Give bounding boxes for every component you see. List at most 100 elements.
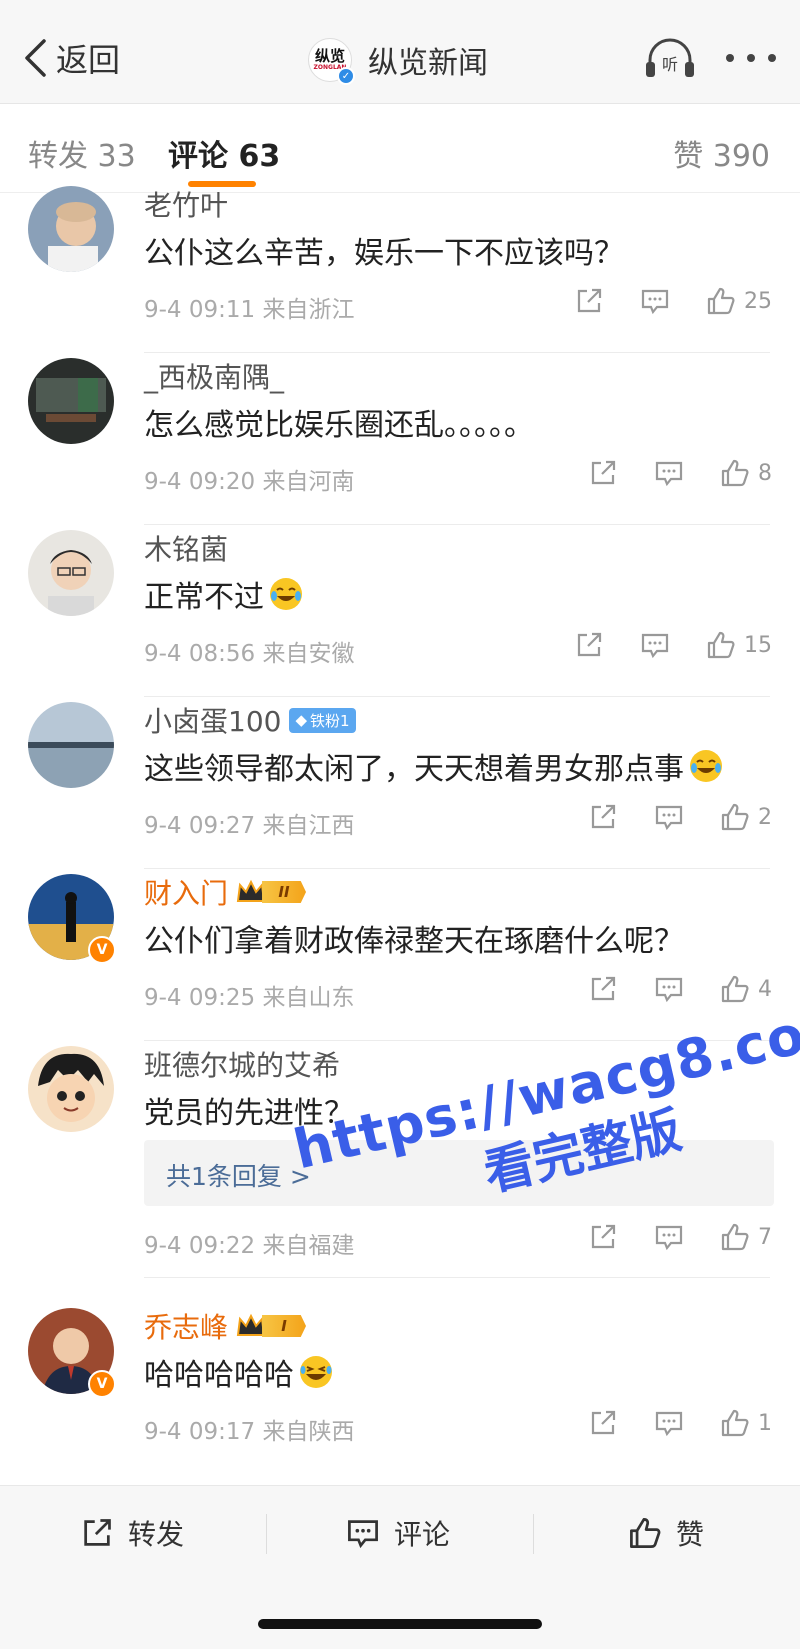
avatar[interactable] [28, 530, 114, 616]
account-name: 纵览新闻 [368, 46, 488, 81]
comment-meta: 9-4 09:11 来自浙江 [144, 297, 355, 323]
reply-button[interactable] [654, 1222, 684, 1252]
reply-button[interactable] [640, 630, 670, 660]
comment-username[interactable]: 财入门 [144, 872, 228, 912]
tab-reposts[interactable]: 转发 33 [28, 131, 136, 175]
repost-button[interactable]: 转发 [80, 1513, 184, 1553]
vip-badge: I [236, 1313, 307, 1339]
avatar[interactable] [28, 702, 114, 788]
comment-item: V 乔志峰 I 哈哈哈哈哈 9-4 09:17 来自陕西 1 [0, 1294, 800, 1475]
comment-username[interactable]: 木铭菌 [144, 528, 228, 568]
avatar[interactable] [28, 186, 114, 272]
reply-button[interactable] [654, 802, 684, 832]
repost-label: 转发 [128, 1518, 185, 1551]
share-icon [577, 632, 602, 657]
comment-icon [348, 1520, 378, 1549]
comment-icon [641, 289, 669, 315]
tab-comments[interactable]: 评论 63 [168, 131, 280, 175]
share-icon [591, 804, 616, 829]
share-icon [84, 1519, 111, 1546]
like-button[interactable]: 15 [706, 630, 772, 660]
comment-text: 党员的先进性？ [144, 1096, 354, 1131]
reply-button[interactable] [654, 458, 684, 488]
account-logo: 纵览 ZONGLAN ✓ [308, 38, 355, 85]
like-button[interactable]: 8 [720, 458, 772, 488]
vip-level: I [262, 1315, 307, 1337]
vip-level: II [262, 881, 307, 903]
crown-icon [236, 1313, 266, 1336]
view-replies-button[interactable]: 共1条回复 > [144, 1140, 774, 1206]
comment-icon [641, 633, 669, 659]
vip-badge: II [236, 879, 307, 905]
avatar[interactable] [28, 1046, 114, 1132]
share-button[interactable] [588, 1408, 618, 1438]
share-icon [591, 1224, 616, 1249]
share-button[interactable] [574, 630, 604, 660]
comment-username[interactable]: 小卤蛋100 [144, 700, 281, 740]
like-count: 7 [758, 1224, 772, 1250]
divider [144, 1277, 770, 1278]
like-count: 15 [744, 632, 772, 658]
comment-item: 木铭菌 正常不过 9-4 08:56 来自安徽 15 [0, 516, 800, 697]
more-options-icon[interactable] [726, 48, 776, 68]
like-button[interactable]: 25 [706, 286, 772, 316]
comment-label: 评论 [394, 1518, 451, 1551]
comment-item: 老竹叶 公仆这么辛苦，娱乐一下不应该吗？ 9-4 09:11 来自浙江 25 [0, 172, 800, 353]
thumbs-up-icon [630, 1518, 661, 1548]
fan-badge: ◆ 铁粉1 [289, 707, 356, 733]
avatar[interactable] [28, 358, 114, 444]
comment-username[interactable]: _西极南隅_ [144, 356, 284, 396]
comment-text: 怎么感觉比娱乐圈还乱。。。。。 [144, 408, 534, 443]
svg-text:听: 听 [662, 55, 678, 74]
comment-username[interactable]: 班德尔城的艾希 [144, 1044, 340, 1084]
logo-text: 纵览 [314, 47, 345, 65]
comment-meta: 9-4 09:22 来自福建 [144, 1233, 355, 1259]
account-header[interactable]: 纵览 ZONGLAN ✓ 纵览新闻 [308, 38, 488, 85]
share-button[interactable] [588, 974, 618, 1004]
comment-meta: 9-4 09:27 来自江西 [144, 813, 355, 839]
reply-button[interactable] [654, 974, 684, 1004]
share-button[interactable] [588, 802, 618, 832]
comment-username[interactable]: 乔志峰 [144, 1306, 228, 1346]
share-button[interactable] [588, 458, 618, 488]
thumbs-up-icon [721, 1223, 749, 1251]
listen-headphones-icon[interactable]: 听 [642, 36, 698, 80]
fan-badge-label: 铁粉1 [310, 711, 350, 730]
like-button[interactable]: 7 [720, 1222, 772, 1252]
share-button[interactable] [574, 286, 604, 316]
comment-button[interactable]: 评论 [346, 1513, 450, 1553]
tab-likes[interactable]: 赞 390 [673, 131, 770, 175]
back-button[interactable]: 返回 [22, 36, 120, 80]
comment-text: 公仆们拿着财政俸禄整天在琢磨什么呢？ [144, 924, 684, 959]
comment-icon [655, 1225, 683, 1251]
thumbs-up-icon [721, 803, 749, 831]
separator [266, 1514, 267, 1554]
verified-icon: ✓ [337, 67, 355, 85]
back-label: 返回 [56, 41, 121, 79]
comment-item: _西极南隅_ 怎么感觉比娱乐圈还乱。。。。。 9-4 09:20 来自河南 8 [0, 344, 800, 525]
thumbs-up-icon [721, 1409, 749, 1437]
comment-meta: 9-4 08:56 来自安徽 [144, 641, 355, 667]
like-button[interactable]: 1 [720, 1408, 772, 1438]
reply-button[interactable] [640, 286, 670, 316]
crying-laughing-emoji-icon [270, 578, 302, 610]
like-post-button[interactable]: 赞 [628, 1513, 704, 1553]
comment-item: V 财入门 II 公仆们拿着财政俸禄整天在琢磨什么呢？ 9-4 09:25 来自… [0, 860, 800, 1041]
comment-text: 这些领导都太闲了，天天想着男女那点事 [144, 752, 684, 787]
comment-meta: 9-4 09:20 来自河南 [144, 469, 355, 495]
like-count: 25 [744, 288, 772, 314]
like-count: 8 [758, 460, 772, 486]
reply-button[interactable] [654, 1408, 684, 1438]
verified-orange-icon: V [88, 1370, 116, 1398]
home-indicator [258, 1619, 542, 1629]
bottom-action-bar: 转发 评论 赞 [0, 1485, 800, 1649]
replies-link: 共1条回复 > [166, 1162, 311, 1191]
comment-username[interactable]: 老竹叶 [144, 184, 228, 224]
comment-text: 公仆这么辛苦，娱乐一下不应该吗？ [144, 236, 624, 271]
like-button[interactable]: 4 [720, 974, 772, 1004]
like-button[interactable]: 2 [720, 802, 772, 832]
share-icon [577, 288, 602, 313]
share-button[interactable] [588, 1222, 618, 1252]
comment-text: 哈哈哈哈哈 [144, 1358, 294, 1393]
like-count: 1 [758, 1410, 772, 1436]
